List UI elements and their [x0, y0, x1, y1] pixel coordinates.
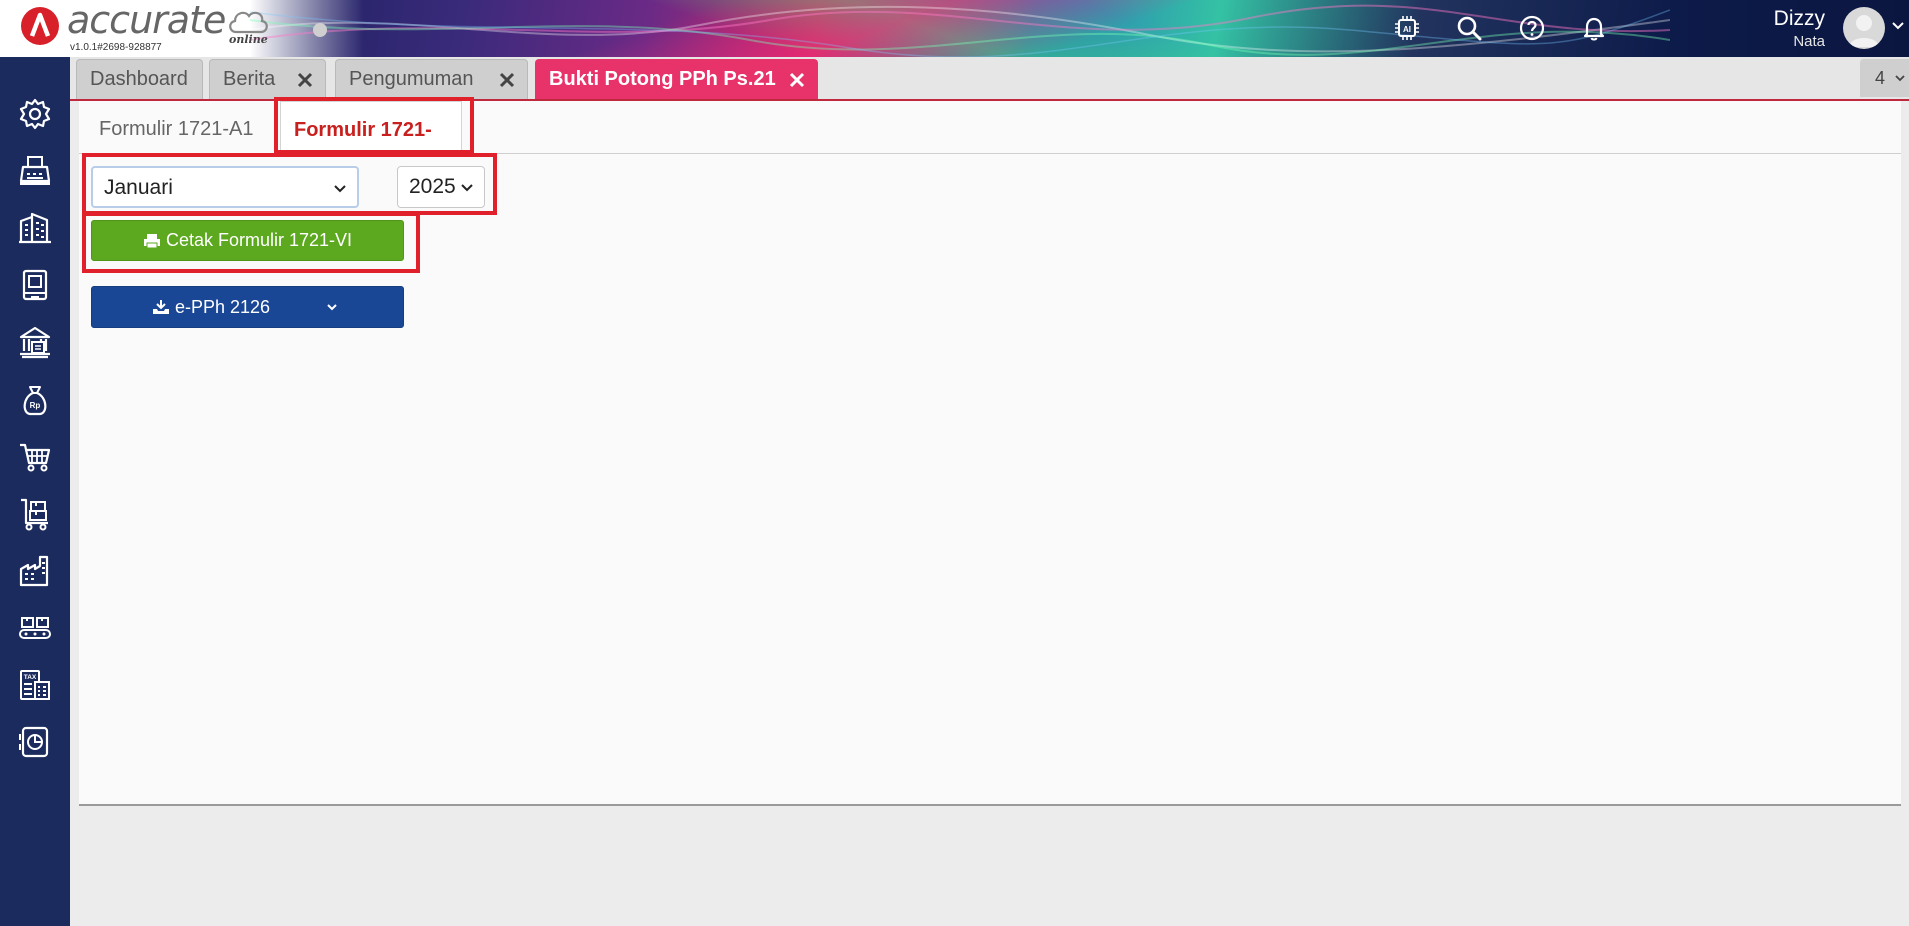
download-tray-icon [152, 300, 169, 314]
print-form-button[interactable]: Cetak Formulir 1721-VI [91, 220, 404, 261]
logo-online-label: online [229, 33, 268, 46]
tab-bar: Dashboard Berita Pengumuman Bukti Potong… [70, 57, 1909, 101]
help-icon[interactable] [1516, 12, 1548, 44]
year-value: 2025 [409, 175, 456, 198]
shopping-cart-icon [20, 443, 51, 472]
sidebar-item-production[interactable] [10, 605, 60, 651]
money-bag-icon: Rp [23, 386, 47, 416]
chevron-down-icon [1895, 75, 1905, 82]
chevron-down-icon[interactable] [1891, 19, 1905, 33]
form-subtabs: Formulir 1721-A1 Formulir 1721-VI [79, 101, 1901, 197]
sidebar-item-money[interactable]: Rp [10, 377, 60, 423]
printer-icon [143, 233, 160, 248]
version-label: v1.0.1#2698-928877 [70, 42, 162, 53]
sidebar-item-sales[interactable] [10, 434, 60, 480]
logo-text: accurate [67, 0, 226, 42]
svg-text:Rp: Rp [30, 401, 41, 410]
month-value: Januari [104, 176, 173, 199]
sidebar-item-ledger[interactable] [10, 262, 60, 308]
gear-icon [19, 98, 51, 130]
epph-dropdown-button[interactable]: e-PPh 2126 [91, 286, 404, 328]
print-form-label: Cetak Formulir 1721-VI [165, 230, 353, 250]
sidebar-item-bank[interactable] [10, 319, 60, 365]
tab-label: Berita [223, 68, 276, 90]
sidebar-item-settings[interactable] [10, 91, 60, 137]
cloud-icon [229, 11, 268, 34]
chevron-down-icon [334, 185, 346, 193]
tab-berita[interactable]: Berita [209, 59, 326, 99]
subtab-1721-vi[interactable]: Formulir 1721-VI [280, 101, 462, 197]
svg-text:AI: AI [1403, 25, 1411, 34]
tab-label: Pengumuman [349, 68, 474, 90]
year-select[interactable]: 2025 [397, 166, 485, 208]
sidebar-item-tax[interactable]: TAX [10, 662, 60, 708]
bell-icon[interactable] [1578, 12, 1610, 44]
search-icon[interactable] [1453, 12, 1485, 44]
buildings-icon [19, 212, 51, 244]
user-name-block[interactable]: Dizzy Nata [1774, 8, 1825, 53]
hand-truck-icon [21, 498, 48, 531]
open-tabs-counter[interactable]: 4 [1860, 59, 1909, 97]
sidebar-item-reports[interactable] [10, 719, 60, 765]
sidebar-item-manufacturing[interactable] [10, 548, 60, 594]
tab-dashboard[interactable]: Dashboard [76, 59, 203, 99]
ai-chip-icon[interactable]: AI [1391, 12, 1423, 44]
chevron-down-icon [327, 304, 337, 311]
tab-pengumuman[interactable]: Pengumuman [335, 59, 528, 99]
close-icon[interactable] [297, 72, 313, 88]
epph-label: e-PPh 2126 [174, 296, 271, 317]
user-silhouette-icon [1849, 15, 1879, 47]
bank-icon [19, 326, 51, 359]
tab-bukti-potong[interactable]: Bukti Potong PPh Ps.21 [535, 59, 818, 99]
avatar[interactable] [1843, 7, 1885, 49]
tab-label: Dashboard [90, 68, 188, 90]
close-icon[interactable] [499, 72, 515, 88]
conveyor-icon [19, 617, 51, 639]
pie-report-icon [19, 726, 49, 758]
notebook-icon [22, 269, 48, 301]
main-content: Formulir 1721-A1 Formulir 1721-VI Januar… [79, 101, 1901, 806]
subtab-label: Formulir 1721-A1 [99, 118, 254, 140]
open-tabs-count: 4 [1875, 68, 1886, 88]
tab-label: Bukti Potong PPh Ps.21 [549, 68, 776, 90]
sidebar-item-inventory[interactable] [10, 491, 60, 537]
close-icon[interactable] [789, 72, 805, 88]
subtab-1721-a1[interactable]: Formulir 1721-A1 [79, 101, 274, 153]
footer-area [70, 806, 1909, 926]
sidebar: Rp TAX [0, 57, 70, 926]
month-select[interactable]: Januari [91, 166, 359, 208]
factory-icon [19, 555, 49, 587]
user-subtitle: Nata [1793, 33, 1825, 50]
app-header: accurate online v1.0.1#2698-928877 AI Di [0, 0, 1909, 57]
svg-text:TAX: TAX [24, 674, 37, 681]
status-indicator [313, 23, 327, 37]
chevron-down-icon [461, 184, 473, 192]
user-name: Dizzy [1773, 7, 1825, 30]
sidebar-item-company[interactable] [10, 148, 60, 194]
accurate-logo-icon[interactable] [20, 6, 60, 46]
tax-report-icon: TAX [20, 670, 50, 700]
sidebar-item-buildings[interactable] [10, 205, 60, 251]
fax-printer-icon [19, 156, 51, 185]
